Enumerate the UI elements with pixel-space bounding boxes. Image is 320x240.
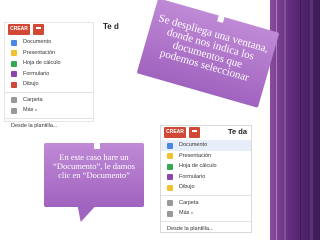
menu-item-label: Hoja de cálculo [23, 60, 61, 66]
menu-separator [161, 220, 251, 222]
menu-item-label: Más [179, 210, 190, 216]
create-menu-list: Documento Presentación Hoja de cálculo Form… [5, 37, 93, 131]
folder-icon [11, 97, 17, 103]
menu-item-label: Dibujo [179, 184, 195, 190]
drawing-icon [167, 184, 173, 191]
create-menu-screenshot-bottom: CREAR Documento Presentación Hoja de cálcu… [160, 125, 252, 233]
spreadsheet-icon [167, 163, 173, 170]
chevron-right-icon: ▸ [191, 210, 194, 215]
create-menu-screenshot-top: CREAR Documento Presentación Hoja de cálcu… [4, 22, 94, 129]
menu-separator [161, 194, 251, 196]
menu-item-documento[interactable]: Documento [5, 37, 93, 48]
more-icon [167, 210, 173, 217]
menu-item-label: Presentación [179, 152, 212, 159]
menu-separator [5, 91, 93, 93]
presentation-icon [167, 153, 173, 159]
menu-item-label: Formulario [179, 173, 206, 180]
menu-item-carpeta[interactable]: Carpeta [5, 95, 93, 106]
menu-item-más[interactable]: Más ▸ [161, 208, 251, 219]
slide: CREAR Documento Presentación Hoja de cálcu… [0, 0, 320, 240]
form-icon [167, 174, 173, 180]
menu-item-documento[interactable]: Documento [161, 140, 251, 151]
spreadsheet-icon [11, 60, 17, 67]
presentation-icon [11, 50, 17, 56]
menu-item-carpeta[interactable]: Carpeta [161, 198, 251, 209]
menu-item-dibujo[interactable]: Dibujo [161, 182, 251, 193]
menu-item-label: Presentación [23, 49, 56, 56]
menu-item-label: Hoja de cálculo [179, 163, 217, 169]
upload-icon[interactable] [189, 127, 200, 138]
document-icon [167, 142, 173, 149]
callout-top-text: Se despliega una ventana, donde nos indi… [157, 12, 270, 84]
more-icon [11, 107, 17, 114]
menu-item-label: Carpeta [179, 199, 199, 206]
menu-item-label: Más [23, 107, 34, 113]
menu-item-label: Documento [23, 39, 52, 45]
menu-item-label: Carpeta [23, 96, 43, 103]
menu-item-from-template[interactable]: Desde la plantilla... [161, 224, 251, 235]
document-icon [11, 39, 17, 46]
menu-item-más[interactable]: Más ▸ [5, 105, 93, 116]
callout-top: Se despliega una ventana, donde nos indi… [136, 0, 280, 108]
menu-item-label: Formulario [23, 70, 50, 77]
callout-bottom-text: En este caso hare un “Documento”, le dam… [53, 152, 135, 181]
menu-item-hoja-de-cálculo[interactable]: Hoja de cálculo [161, 161, 251, 172]
callout-bottom: En este caso hare un “Documento”, le dam… [44, 143, 144, 222]
chevron-right-icon: ▸ [35, 107, 38, 112]
form-icon [11, 71, 17, 77]
menu-item-label: Dibujo [23, 81, 39, 87]
tab-title: Te da [228, 127, 248, 136]
upload-icon[interactable] [33, 24, 44, 35]
tab-title: Te d [103, 22, 119, 31]
toolbar: CREAR [5, 23, 93, 37]
menu-item-dibujo[interactable]: Dibujo [5, 79, 93, 90]
menu-item-formulario[interactable]: Formulario [161, 172, 251, 183]
folder-icon [167, 200, 173, 206]
menu-item-label: Documento [179, 142, 208, 148]
menu-item-formulario[interactable]: Formulario [5, 69, 93, 80]
menu-separator [5, 117, 93, 119]
menu-item-from-template[interactable]: Desde la plantilla... [5, 121, 93, 132]
drawing-icon [11, 81, 17, 88]
menu-item-hoja-de-cálculo[interactable]: Hoja de cálculo [5, 58, 93, 69]
create-button[interactable]: CREAR [164, 127, 186, 138]
create-button[interactable]: CREAR [8, 24, 30, 35]
create-menu-list: Documento Presentación Hoja de cálculo Form… [161, 140, 251, 234]
menu-item-presentación[interactable]: Presentación [5, 48, 93, 59]
menu-item-presentación[interactable]: Presentación [161, 151, 251, 162]
callout-pointer [70, 204, 98, 222]
